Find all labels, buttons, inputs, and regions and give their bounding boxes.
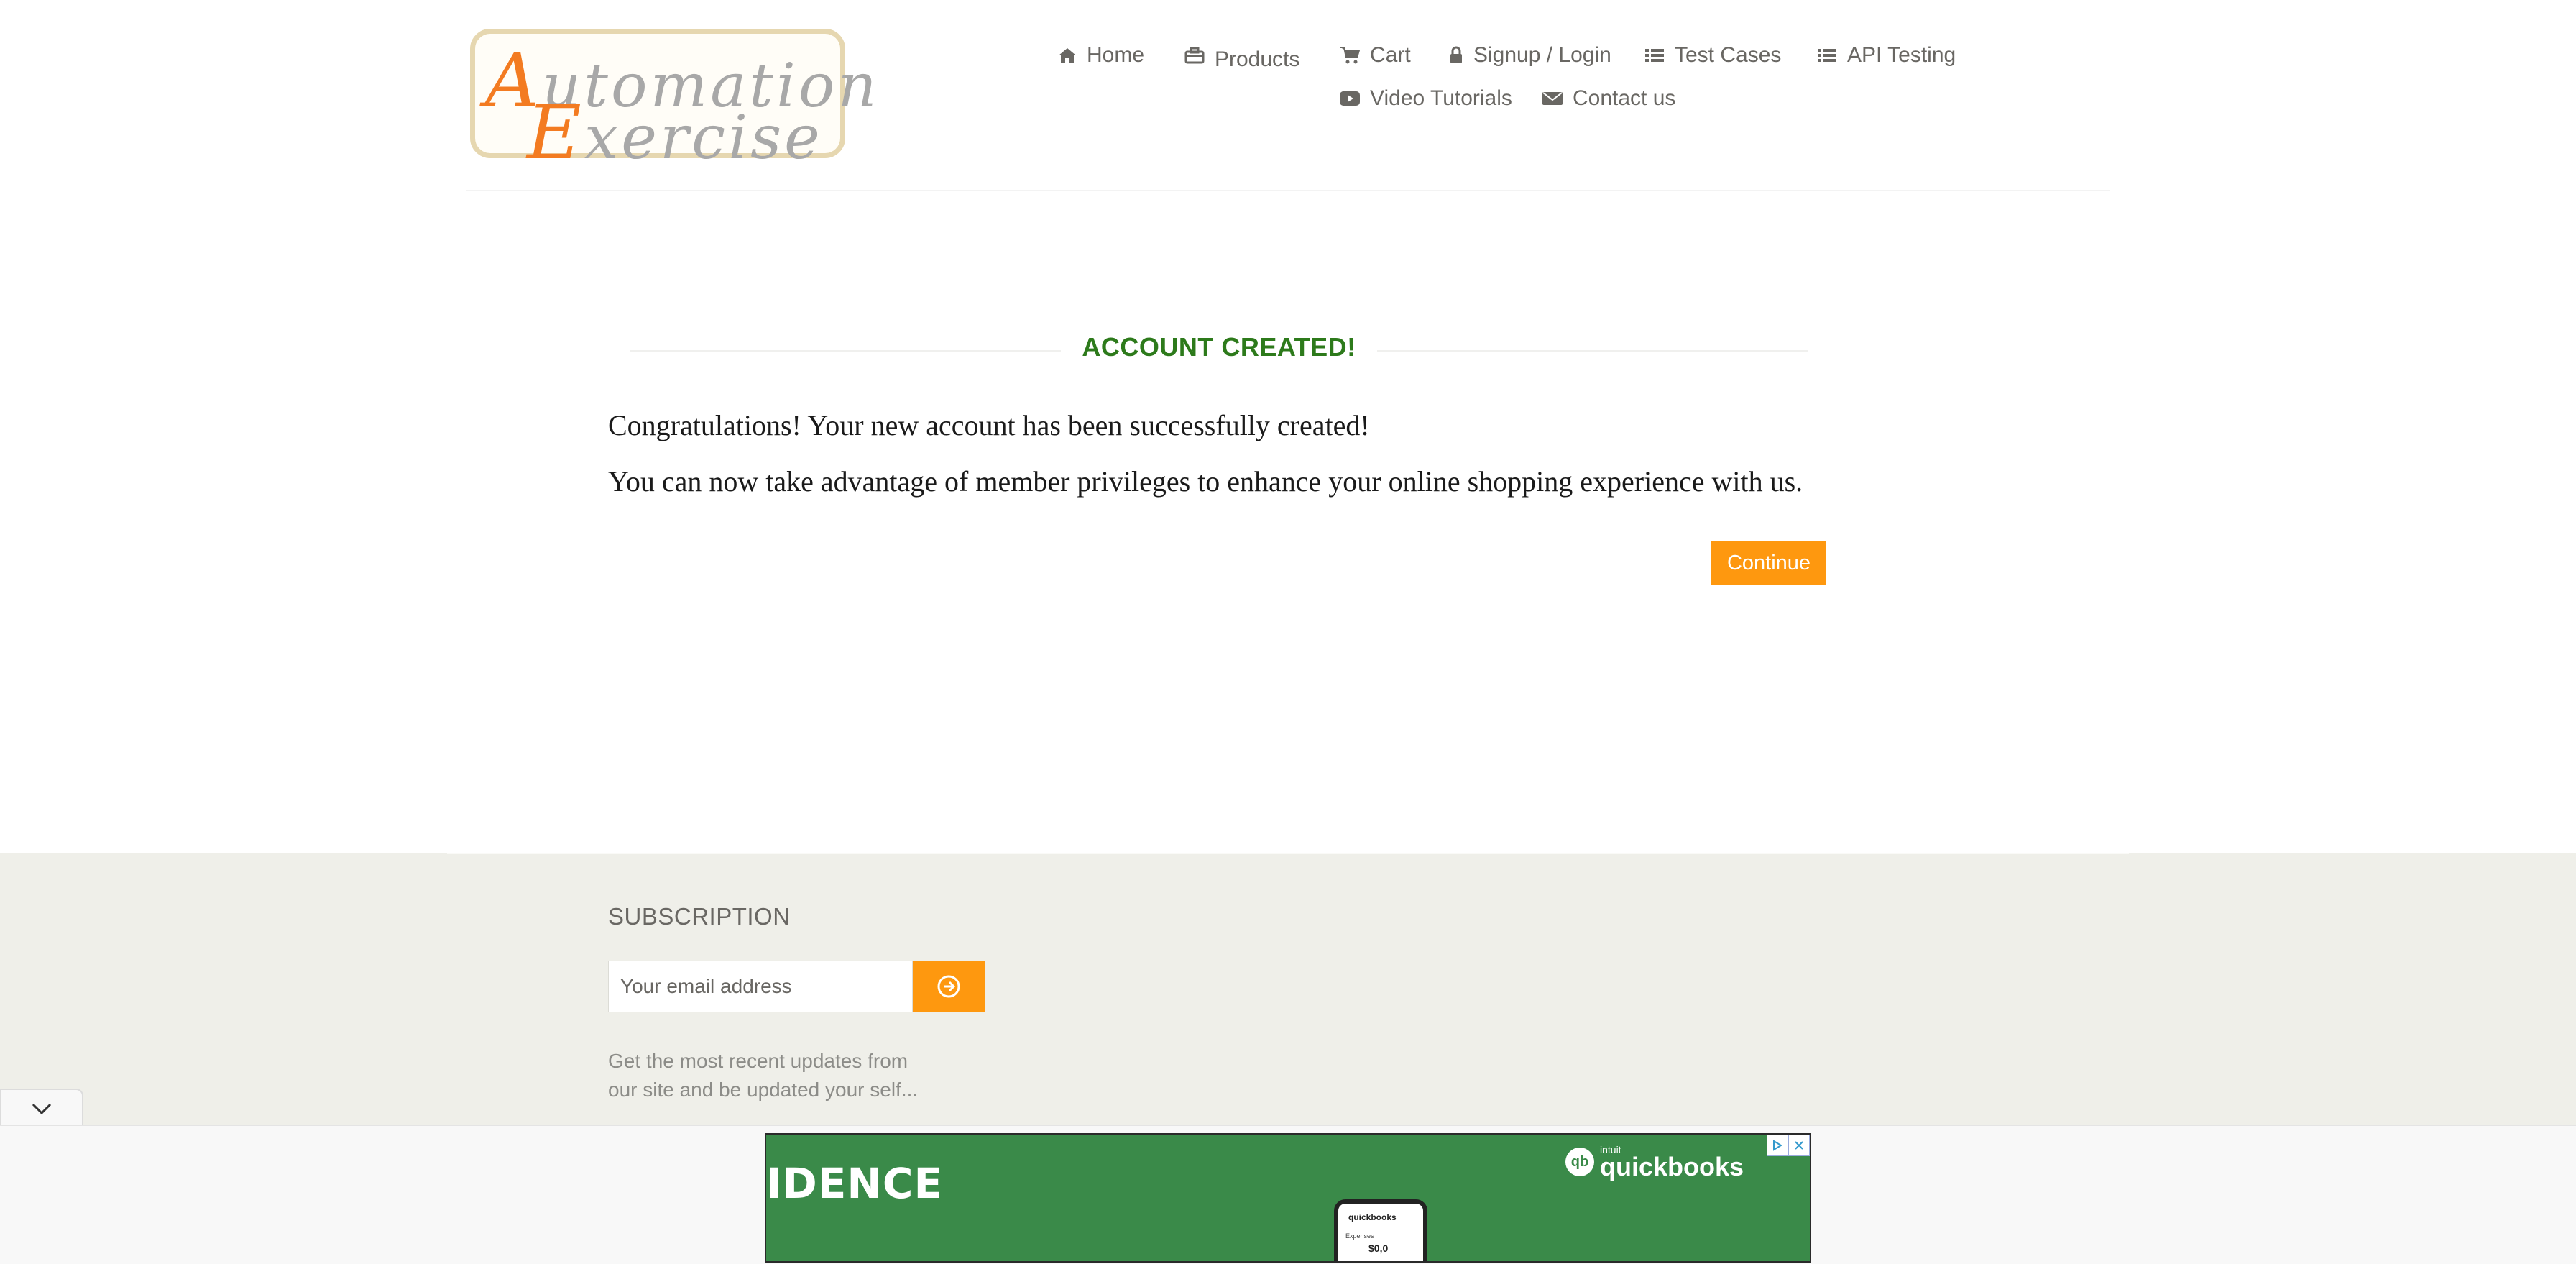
site-header: Automation Exercise Home Products Cart S… xyxy=(0,0,2576,193)
title-block: ACCOUNT CREATED! xyxy=(630,332,1808,367)
quickbooks-logo-icon: qb xyxy=(1565,1148,1594,1176)
lock-icon xyxy=(1450,46,1462,63)
adchoices-icon[interactable] xyxy=(1767,1135,1788,1156)
list-icon xyxy=(1818,49,1836,62)
nav-products[interactable]: Products xyxy=(1184,43,1300,71)
ad-brand: qb intuit quickbooks xyxy=(1565,1145,1744,1181)
privileges-message: You can now take advantage of member pri… xyxy=(608,465,1803,498)
subscription-email-input[interactable] xyxy=(608,961,913,1012)
subscription-title: SUBSCRIPTION xyxy=(608,903,791,930)
site-footer: SUBSCRIPTION Get the most recent updates… xyxy=(0,853,2576,1126)
nav-api-testing-label: API Testing xyxy=(1847,43,1956,67)
ad-phone-image: quickbooks Expenses $0,0 xyxy=(1334,1199,1427,1261)
nav-test-cases[interactable]: Test Cases xyxy=(1644,43,1781,68)
ad-collapse-toggle[interactable] xyxy=(0,1089,83,1127)
nav-home-label: Home xyxy=(1087,43,1145,67)
nav-signup-login-label: Signup / Login xyxy=(1473,43,1611,67)
ad-controls xyxy=(1767,1135,1810,1156)
envelope-icon xyxy=(1542,92,1563,105)
nav-contact-us[interactable]: Contact us xyxy=(1542,86,1675,111)
list-icon xyxy=(1645,49,1664,62)
nav-contact-us-label: Contact us xyxy=(1573,86,1676,110)
nav-test-cases-label: Test Cases xyxy=(1675,43,1782,67)
arrow-circle-right-icon xyxy=(937,975,960,998)
briefcase-icon xyxy=(1184,47,1205,64)
nav-home[interactable]: Home xyxy=(1058,43,1144,68)
site-logo[interactable]: Automation Exercise xyxy=(470,29,877,176)
logo-line-2-rest: xercise xyxy=(584,102,823,173)
nav-products-label: Products xyxy=(1215,47,1300,71)
chevron-down-icon xyxy=(32,1103,52,1115)
ad-brand-big: quickbooks xyxy=(1600,1152,1744,1181)
success-message: Congratulations! Your new account has be… xyxy=(608,409,1370,441)
nav-signup-login[interactable]: Signup / Login xyxy=(1449,43,1611,68)
continue-button[interactable]: Continue xyxy=(1711,541,1826,585)
title-rule-left xyxy=(630,350,1061,352)
header-divider xyxy=(466,190,2110,191)
subscription-description: Get the most recent updates from our sit… xyxy=(608,1050,919,1101)
subscribe-button[interactable] xyxy=(913,961,985,1012)
nav-video-tutorials[interactable]: Video Tutorials xyxy=(1340,86,1512,111)
ad-phone-value: $0,0 xyxy=(1368,1242,1389,1254)
ad-phone-label: Expenses xyxy=(1346,1232,1374,1240)
title-rule-right xyxy=(1377,350,1808,352)
ad-close-icon[interactable] xyxy=(1788,1135,1810,1156)
nav-cart[interactable]: Cart xyxy=(1340,43,1411,68)
cart-icon xyxy=(1340,47,1360,64)
nav-api-testing[interactable]: API Testing xyxy=(1817,43,1956,68)
ad-banner[interactable]: IDENCE qb intuit quickbooks quickbooks E… xyxy=(765,1133,1811,1263)
home-icon xyxy=(1059,48,1076,63)
nav-video-tutorials-label: Video Tutorials xyxy=(1370,86,1512,110)
ad-phone-brand: quickbooks xyxy=(1348,1212,1397,1222)
nav-cart-label: Cart xyxy=(1370,43,1411,67)
page-title: ACCOUNT CREATED! xyxy=(1082,332,1356,362)
youtube-play-icon xyxy=(1340,91,1360,106)
logo-line-2: Exercise xyxy=(527,88,823,176)
ad-headline: IDENCE xyxy=(766,1159,944,1208)
footer-divider xyxy=(447,853,2129,854)
